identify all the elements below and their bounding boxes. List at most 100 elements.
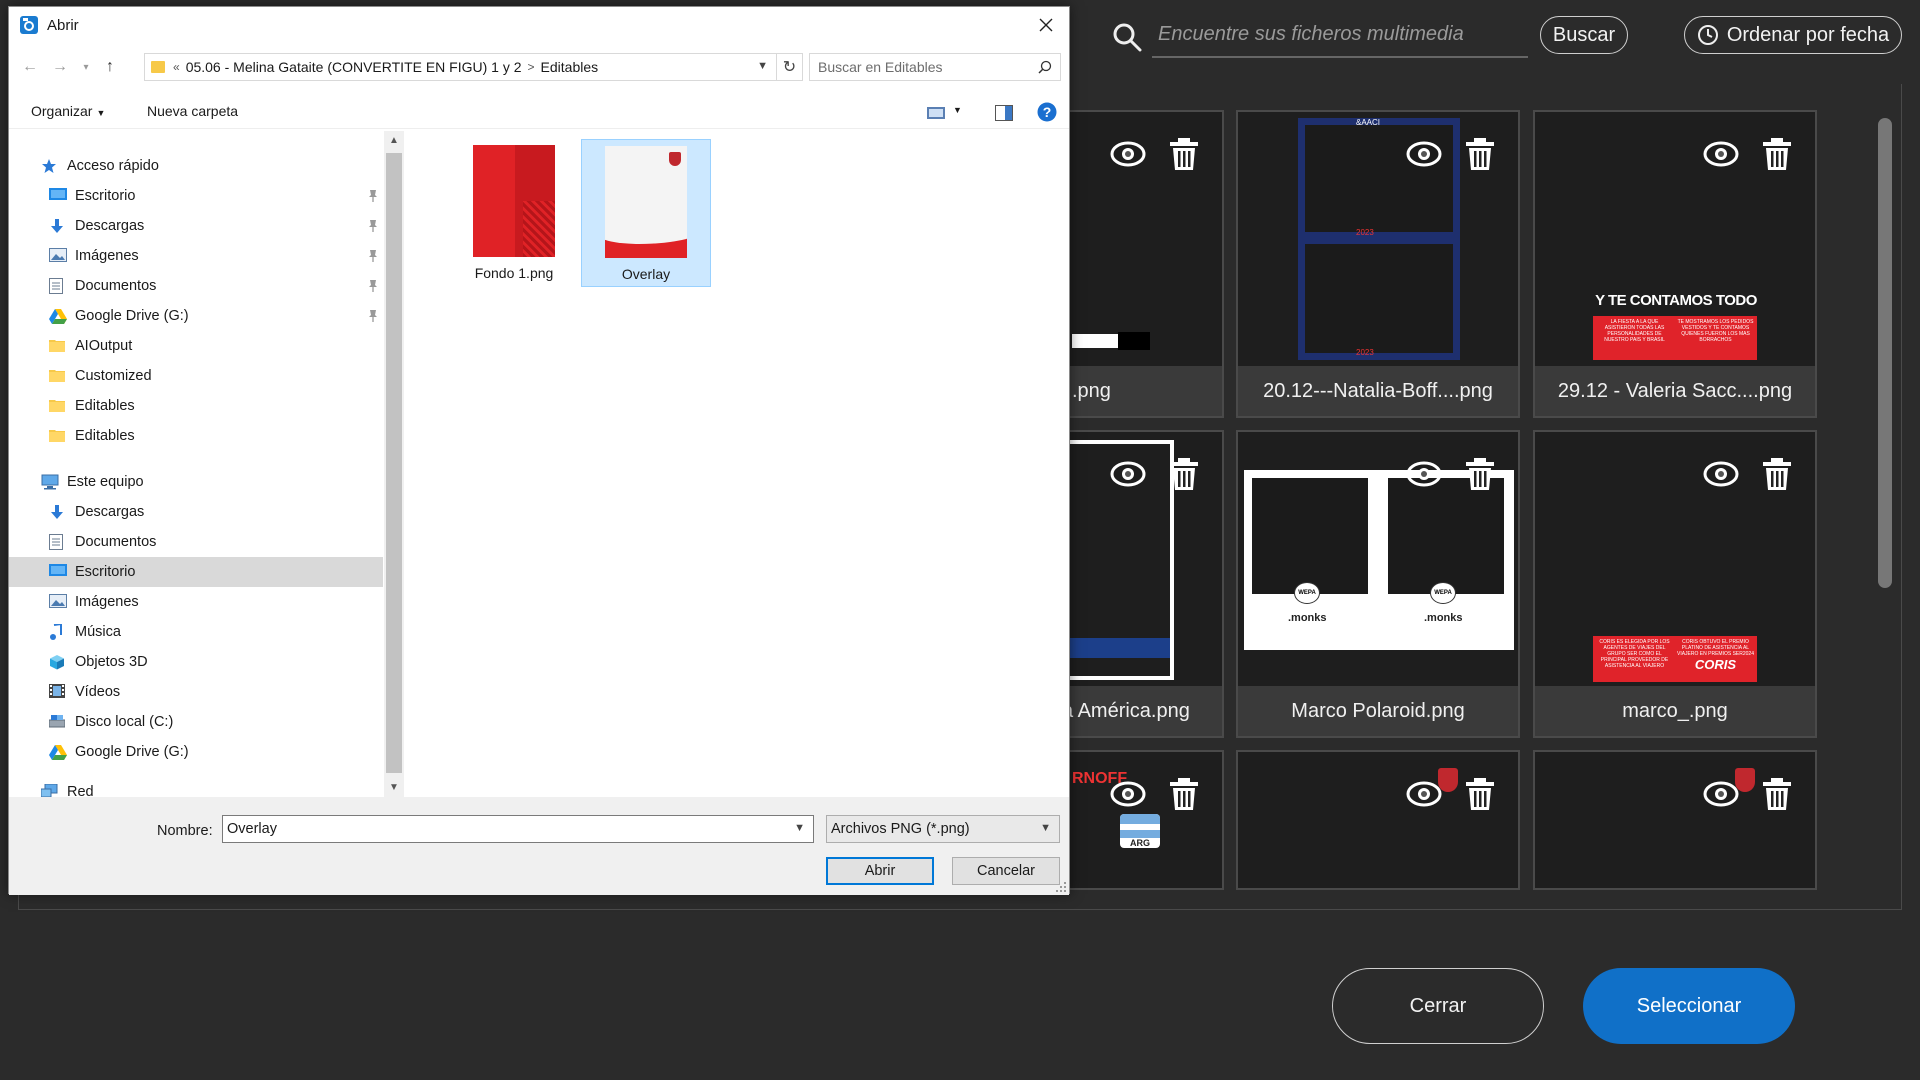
eye-icon[interactable]	[1404, 454, 1444, 494]
nav-item[interactable]: Google Drive (G:)	[9, 737, 383, 767]
nav-item[interactable]: Documentos	[9, 271, 383, 301]
order-by-date-button[interactable]: Ordenar por fecha	[1684, 16, 1902, 54]
nav-item[interactable]: Imágenes	[9, 587, 383, 617]
eye-icon[interactable]	[1108, 134, 1148, 174]
nav-item[interactable]: Vídeos	[9, 677, 383, 707]
trash-icon[interactable]	[1164, 454, 1204, 494]
address-bar[interactable]: « 05.06 - Melina Gataite (CONVERTITE EN …	[144, 53, 777, 81]
nav-item[interactable]: Google Drive (G:)	[9, 301, 383, 331]
trash-icon[interactable]	[1164, 134, 1204, 174]
open-button[interactable]: Abrir	[826, 857, 934, 885]
nav-item[interactable]: Música	[9, 617, 383, 647]
nav-item[interactable]: Objetos 3D	[9, 647, 383, 677]
gallery-scrollbar-thumb[interactable]	[1878, 118, 1892, 588]
recent-locations-button[interactable]: ▾	[75, 55, 97, 79]
eye-icon[interactable]	[1108, 454, 1148, 494]
cancel-button[interactable]: Cancelar	[952, 857, 1060, 885]
arrow-right-icon: →	[52, 58, 68, 75]
caret-down-icon: ▼	[96, 108, 106, 118]
media-card[interactable]: WEPA WEPA .monks .monks Marco Polaroid.p…	[1236, 430, 1520, 738]
nav-item[interactable]: Escritorio	[9, 557, 383, 587]
preview-pane-icon[interactable]	[995, 105, 1013, 121]
nav-item[interactable]: Descargas	[9, 211, 383, 241]
pin-icon[interactable]	[367, 279, 379, 293]
chevron-down-icon[interactable]: ▼	[794, 822, 805, 834]
eye-icon[interactable]	[1701, 134, 1741, 174]
breadcrumb-subfolder[interactable]: Editables	[541, 59, 599, 75]
nav-item[interactable]: Editables	[9, 421, 383, 451]
media-search-field[interactable]	[1152, 14, 1528, 58]
up-button[interactable]: ↑	[99, 55, 121, 79]
pin-icon[interactable]	[367, 249, 379, 263]
thumb-text: 2023	[1356, 228, 1374, 237]
overflow-chevrons[interactable]: «	[173, 60, 180, 74]
media-search-input[interactable]	[1152, 14, 1528, 54]
file-item[interactable]: Fondo 1.png	[449, 139, 579, 287]
nav-item[interactable]: Acceso rápido	[9, 151, 383, 181]
eye-icon[interactable]	[1701, 454, 1741, 494]
help-icon[interactable]: ?	[1037, 102, 1057, 122]
scroll-up-icon[interactable]: ▲	[389, 135, 399, 146]
file-item-selected[interactable]: Overlay	[581, 139, 711, 287]
filename-input[interactable]: Overlay ▼	[222, 815, 814, 843]
change-view-icon[interactable]	[927, 107, 945, 119]
organize-menu[interactable]: Organizar ▼	[31, 103, 105, 119]
new-folder-button[interactable]: Nueva carpeta	[147, 103, 238, 119]
trash-icon[interactable]	[1460, 774, 1500, 814]
eye-icon[interactable]	[1108, 774, 1148, 814]
nav-item-label: Este equipo	[67, 474, 144, 490]
media-card[interactable]	[1533, 750, 1817, 890]
dialog-search-box[interactable]	[809, 53, 1061, 81]
media-card[interactable]: CORIS ES ELEGIDA POR LOS AGENTES DE VIAJ…	[1533, 430, 1817, 738]
arrow-left-icon: ←	[22, 58, 38, 75]
media-card[interactable]	[1236, 750, 1520, 890]
trash-icon[interactable]	[1164, 774, 1204, 814]
pictures-icon	[49, 594, 67, 610]
scroll-down-icon[interactable]: ▼	[389, 782, 399, 793]
search-button[interactable]: Buscar	[1540, 16, 1628, 54]
trash-icon[interactable]	[1460, 454, 1500, 494]
pin-icon[interactable]	[367, 309, 379, 323]
resize-grip-icon[interactable]	[1055, 881, 1067, 893]
eye-icon[interactable]	[1404, 134, 1444, 174]
view-options-dropdown[interactable]: ▼	[953, 105, 962, 115]
chevron-down-icon[interactable]: ▼	[757, 60, 768, 72]
refresh-button[interactable]: ↻	[777, 53, 803, 81]
close-button[interactable]: Cerrar	[1332, 968, 1544, 1044]
trash-icon[interactable]	[1757, 454, 1797, 494]
nav-item[interactable]: AIOutput	[9, 331, 383, 361]
select-button[interactable]: Seleccionar	[1583, 968, 1795, 1044]
trash-icon[interactable]	[1460, 134, 1500, 174]
nav-item[interactable]: Este equipo	[9, 467, 383, 497]
eye-icon[interactable]	[1701, 774, 1741, 814]
breadcrumb-folder[interactable]: 05.06 - Melina Gataite (CONVERTITE EN FI…	[186, 59, 522, 75]
dialog-close-button[interactable]	[1031, 11, 1061, 39]
nav-item[interactable]: Imágenes	[9, 241, 383, 271]
breadcrumb-separator[interactable]: >	[528, 60, 535, 74]
dialog-search-input[interactable]	[810, 54, 1030, 80]
nav-item[interactable]: Editables	[9, 391, 383, 421]
trash-icon[interactable]	[1757, 774, 1797, 814]
nav-item[interactable]: Disco local (C:)	[9, 707, 383, 737]
trash-icon[interactable]	[1757, 134, 1797, 174]
nav-item[interactable]: Descargas	[9, 497, 383, 527]
navigation-scrollbar-thumb[interactable]	[386, 153, 402, 773]
chevron-down-icon[interactable]: ▼	[1040, 822, 1051, 834]
media-card[interactable]: &AACI 2023 2023 20.12---Natalia-Boff....…	[1236, 110, 1520, 418]
dialog-footer: Nombre: Overlay ▼ Archivos PNG (*.png) ▼…	[9, 797, 1069, 895]
filetype-select[interactable]: Archivos PNG (*.png) ▼	[826, 815, 1060, 843]
forward-button[interactable]: →	[49, 55, 71, 79]
nav-item[interactable]: Customized	[9, 361, 383, 391]
eye-icon[interactable]	[1404, 774, 1444, 814]
thumb-text: WEPA	[1430, 582, 1456, 604]
thumb-text: LA FIESTA A LA QUE ASISTIERON TODAS LAS …	[1604, 319, 1665, 343]
media-card[interactable]: Y TE CONTAMOS TODO LA FIESTA A LA QUE AS…	[1533, 110, 1817, 418]
pin-icon[interactable]	[367, 189, 379, 203]
nav-item[interactable]: Red	[9, 777, 383, 797]
nav-item[interactable]: Escritorio	[9, 181, 383, 211]
navigation-scrollbar[interactable]: ▲ ▼	[384, 131, 404, 797]
nav-item-label: Escritorio	[75, 188, 136, 204]
back-button[interactable]: ←	[19, 55, 41, 79]
nav-item[interactable]: Documentos	[9, 527, 383, 557]
pin-icon[interactable]	[367, 219, 379, 233]
